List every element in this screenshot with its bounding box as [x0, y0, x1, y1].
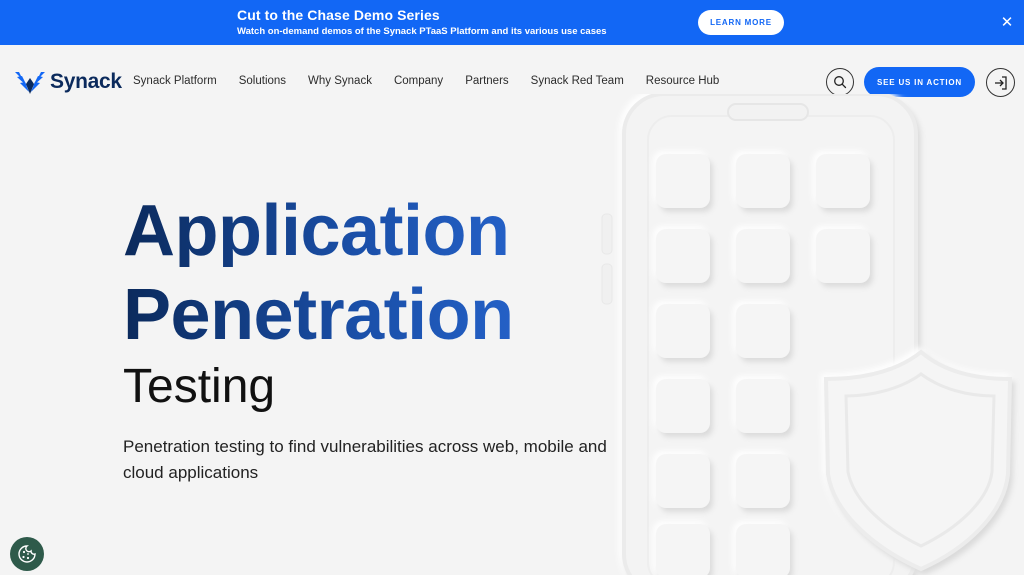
- synack-wing-icon: [15, 72, 45, 94]
- phone-shield-illustration: [601, 94, 1013, 575]
- nav-item-solutions[interactable]: Solutions: [239, 75, 286, 87]
- learn-more-button[interactable]: LEARN MORE: [698, 10, 784, 35]
- nav-item-synack-red-team[interactable]: Synack Red Team: [531, 75, 624, 87]
- banner-title: Cut to the Chase Demo Series: [237, 7, 440, 23]
- login-icon: [994, 75, 1007, 90]
- cookie-icon: [18, 545, 36, 563]
- nav-item-partners[interactable]: Partners: [465, 75, 508, 87]
- hero-title-line-2: Penetration: [123, 275, 514, 355]
- nav-item-company[interactable]: Company: [394, 75, 443, 87]
- nav-item-resource-hub[interactable]: Resource Hub: [646, 75, 720, 87]
- see-us-in-action-button[interactable]: SEE US IN ACTION: [864, 67, 975, 97]
- search-button[interactable]: [826, 68, 854, 96]
- hero-title-line-1: Application: [123, 191, 510, 271]
- nav-item-synack-platform[interactable]: Synack Platform: [133, 75, 217, 87]
- close-icon[interactable]: ✕: [998, 14, 1016, 32]
- nav-item-why-synack[interactable]: Why Synack: [308, 75, 372, 87]
- nav-links: Synack Platform Solutions Why Synack Com…: [133, 75, 741, 87]
- logo-text: Synack: [50, 70, 122, 93]
- banner-subtitle: Watch on-demand demos of the Synack PTaa…: [237, 26, 607, 37]
- hero-description: Penetration testing to find vulnerabilit…: [123, 437, 607, 482]
- hero-title-line-3: Testing: [123, 360, 276, 413]
- search-icon: [834, 76, 847, 89]
- cookie-settings-button[interactable]: [10, 537, 44, 571]
- login-button[interactable]: [986, 68, 1015, 97]
- promo-banner: Cut to the Chase Demo Series Watch on-de…: [0, 0, 1024, 45]
- logo[interactable]: Synack: [13, 67, 122, 97]
